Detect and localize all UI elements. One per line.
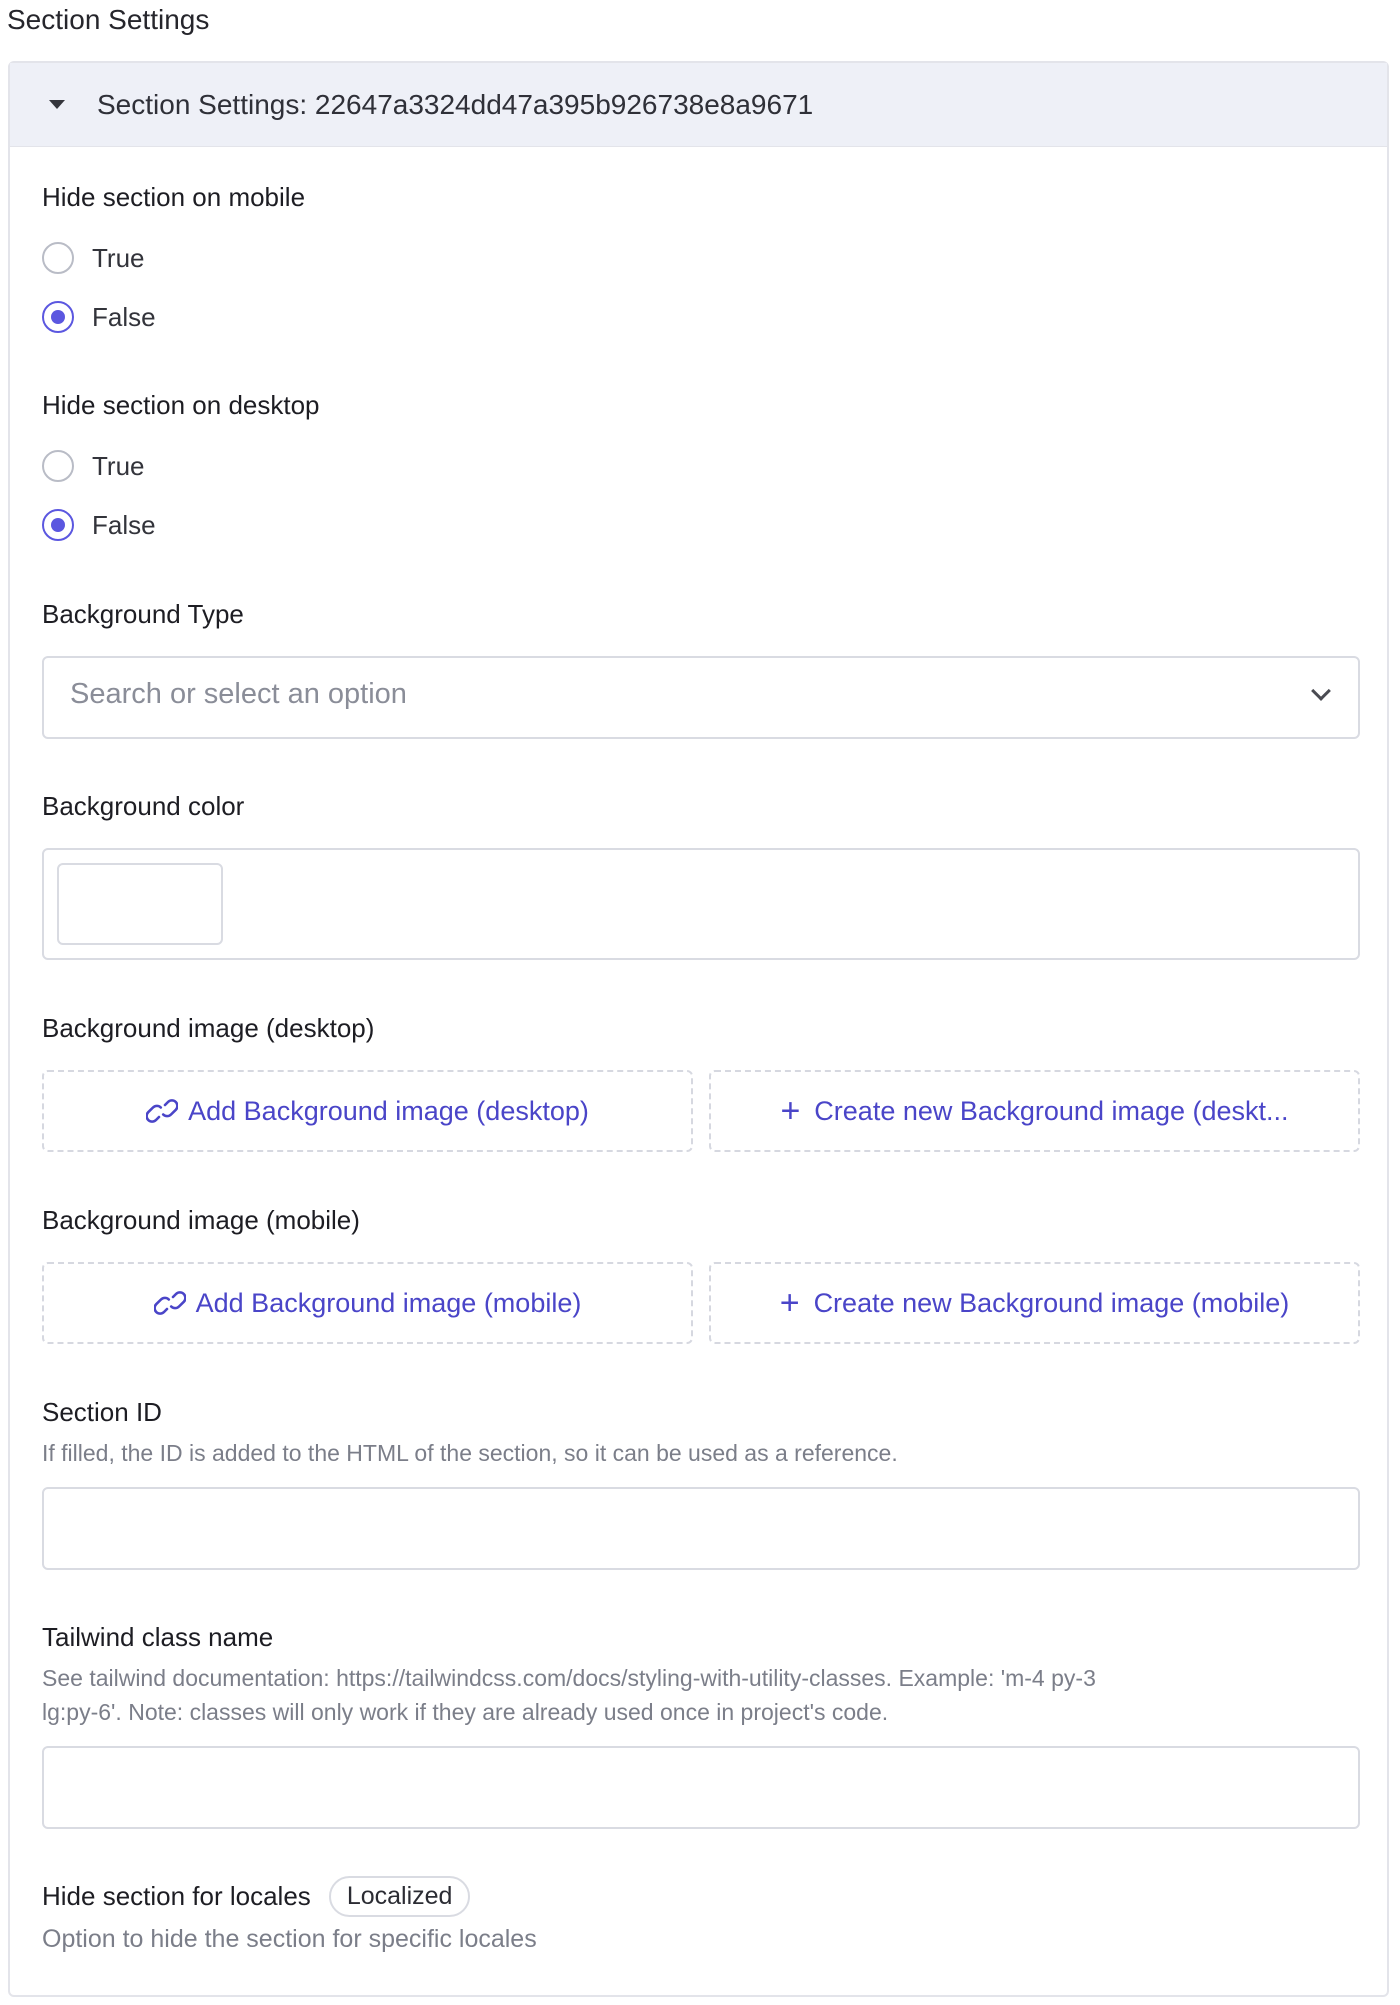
hide-desktop-label: Hide section on desktop [42,390,320,420]
add-bg-desktop-button[interactable]: Add Background image (desktop) [42,1070,693,1152]
section-id-help: If filled, the ID is added to the HTML o… [42,1440,898,1466]
plus-icon: + [779,1284,800,1322]
link-icon [146,1098,179,1124]
hide-mobile-false-radio[interactable] [42,301,74,333]
hide-desktop-true-option[interactable]: True [42,450,145,482]
radio-label: False [92,509,156,540]
localized-badge: Localized [328,1876,471,1917]
background-color-label: Background color [42,791,245,821]
create-bg-desktop-button[interactable]: + Create new Background image (deskt... [709,1070,1360,1152]
chevron-down-icon[interactable] [1311,681,1331,701]
create-bg-mobile-button[interactable]: + Create new Background image (mobile) [709,1262,1360,1344]
locales-help: Option to hide the section for specific … [42,1925,537,1953]
bg-mobile-label: Background image (mobile) [42,1205,360,1235]
tailwind-help-line1: See tailwind documentation: https://tail… [42,1665,1096,1691]
hide-desktop-true-radio[interactable] [42,450,74,482]
radio-label: True [92,450,145,481]
radio-label: False [92,301,156,332]
hide-mobile-true-radio[interactable] [42,242,74,274]
panel-header-title: Section Settings: 22647a3324dd47a395b926… [97,88,814,120]
tailwind-help-line2: lg:py-6'. Note: classes will only work i… [42,1699,889,1725]
tailwind-input[interactable] [42,1746,1360,1829]
hide-mobile-label: Hide section on mobile [42,182,306,212]
caret-down-icon[interactable] [49,100,65,109]
hide-desktop-false-option[interactable]: False [42,509,156,541]
background-type-label: Background Type [42,599,244,629]
create-bg-desktop-label: Create new Background image (deskt... [814,1095,1289,1126]
locales-header: Hide section for locales Localized [42,1876,471,1917]
background-color-field[interactable] [42,848,1360,960]
panel-header[interactable]: Section Settings: 22647a3324dd47a395b926… [10,63,1387,147]
plus-icon: + [780,1092,801,1130]
hide-desktop-false-radio[interactable] [42,509,74,541]
page-title: Section Settings [7,4,210,35]
background-type-select[interactable]: Search or select an option [42,656,1360,739]
color-swatch[interactable] [57,863,223,945]
section-id-label: Section ID [42,1397,162,1427]
bg-desktop-label: Background image (desktop) [42,1013,375,1043]
radio-label: True [92,242,145,273]
add-bg-desktop-label: Add Background image (desktop) [188,1095,589,1126]
add-bg-mobile-button[interactable]: Add Background image (mobile) [42,1262,693,1344]
tailwind-label: Tailwind class name [42,1622,274,1652]
add-bg-mobile-label: Add Background image (mobile) [195,1287,582,1318]
link-icon [153,1290,186,1316]
section-id-input[interactable] [42,1487,1360,1570]
hide-mobile-true-option[interactable]: True [42,242,145,274]
hide-mobile-false-option[interactable]: False [42,301,156,333]
create-bg-mobile-label: Create new Background image (mobile) [813,1287,1290,1318]
select-placeholder: Search or select an option [70,678,407,710]
locales-label: Hide section for locales [42,1881,311,1911]
